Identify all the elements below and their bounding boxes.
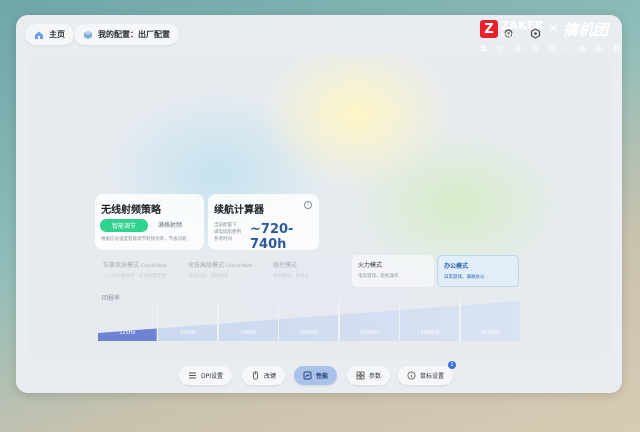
- performance-icon: [303, 371, 312, 380]
- mode-sub: 电竞游戏，轻松操作: [358, 274, 399, 279]
- report-rate-option[interactable]: 2000Hz: [340, 325, 399, 341]
- config-selector[interactable]: 我的配置：出厂配置: [74, 24, 179, 45]
- nav-label: 改键: [264, 373, 277, 380]
- report-rate-option[interactable]: 500Hz: [219, 325, 278, 341]
- report-rate-option[interactable]: 250Hz: [159, 325, 218, 341]
- mode-fire[interactable]: 火力模式 电竞游戏，轻松操作: [352, 255, 434, 287]
- nav-label: DPI设置: [201, 373, 224, 380]
- nav-label: 性能: [316, 373, 329, 380]
- info-icon: [407, 371, 416, 380]
- mode-title: 稳控模式: [273, 262, 298, 269]
- brand-separator: ×: [548, 21, 559, 36]
- wireless-card-title: 无线射频策略: [101, 205, 161, 216]
- battery-value: ~720-740h: [250, 222, 294, 252]
- brand-right-name: 搞机团: [563, 21, 609, 39]
- report-rate-option[interactable]: 1000Hz: [280, 325, 339, 341]
- brand-slogan: 每 次 关 注 感 · 搞 机 有 新 意: [480, 45, 622, 53]
- report-rate-option[interactable]: 4000Hz: [401, 325, 460, 341]
- brand-left-sub: 新闻: [501, 33, 514, 40]
- mode-title: 办公模式: [444, 263, 469, 270]
- battery-label-line1: 当前配置下: [214, 223, 237, 228]
- mode-critical[interactable]: 狂暴竞技模式 Critical Mode 一二天打着想玩 · 延迟低稳定性: [97, 255, 179, 287]
- mode-sub: 长时游戏，更持久: [273, 274, 309, 279]
- nav-dpi-settings[interactable]: DPI设置: [179, 366, 233, 385]
- zaker-logo-icon: Z: [480, 20, 498, 38]
- battery-card-title: 续航计算器: [214, 205, 264, 216]
- mode-title: 竞技高级模式 Critical Mode: [188, 262, 253, 269]
- wireless-strategy-card: 无线射频策略 智能调节 满格射频 根据信号强度智能调节射频功率，节省功耗: [95, 194, 204, 250]
- battery-label: 当前配置下 满电续航使用 参考时间: [214, 222, 241, 243]
- app-window: 主页 我的配置：出厂配置 Z ZAKER 新闻 × 搞机团 每 次 关 注 感 …: [16, 15, 622, 393]
- nav-performance[interactable]: 性能: [294, 366, 338, 385]
- mode-sub: 一二天打着想玩 · 延迟低稳定性: [103, 274, 166, 279]
- nav-label: 鼠标设置: [420, 373, 445, 380]
- mode-office[interactable]: 办公模式 日常游戏，兼顾办公: [437, 255, 519, 287]
- bottom-navigation: DPI设置 改键 性能 参数 鼠标设置 2: [16, 361, 622, 388]
- nav-label: 参数: [369, 373, 382, 380]
- home-label: 主页: [49, 30, 65, 39]
- smart-adjust-option[interactable]: 智能调节: [100, 219, 148, 232]
- cube-icon: [83, 30, 93, 40]
- grid-icon: [356, 371, 365, 380]
- mode-stable[interactable]: 稳控模式 长时游戏，更持久: [267, 255, 349, 287]
- nav-mouse-settings[interactable]: 鼠标设置 2: [398, 361, 457, 385]
- report-rate-option[interactable]: 8000Hz: [461, 325, 520, 341]
- list-icon: [188, 371, 197, 380]
- mode-advanced[interactable]: 竞技高级模式 Critical Mode 电竞对战，流畅操作: [182, 255, 264, 287]
- home-icon: [34, 30, 44, 40]
- mode-title: 狂暴竞技模式 Critical Mode: [103, 262, 168, 269]
- brand-watermark: Z ZAKER 新闻 × 搞机团 每 次 关 注 感 · 搞 机 有 新 意: [480, 18, 622, 58]
- performance-panel: 无线射频策略 智能调节 满格射频 根据信号强度智能调节射频功率，节省功耗 续航计…: [27, 54, 611, 358]
- battery-label-line3: 参考时间: [214, 237, 232, 242]
- nav-parameters[interactable]: 参数: [347, 366, 391, 385]
- notification-badge: 2: [448, 361, 457, 369]
- info-icon[interactable]: i: [304, 201, 312, 209]
- mode-sub: 日常游戏，兼顾办公: [444, 275, 485, 280]
- battery-label-line2: 满电续航使用: [214, 230, 241, 235]
- mouse-icon: [251, 371, 260, 380]
- config-label: 我的配置：出厂配置: [98, 30, 170, 39]
- report-rate-slider[interactable]: 125Hz 250Hz 500Hz 1000Hz 2000Hz 4000Hz 8000Hz: [98, 301, 520, 341]
- mode-sub: 电竞对战，流畅操作: [188, 274, 229, 279]
- battery-calculator-card: 续航计算器 i 当前配置下 满电续航使用 参考时间 ~720-740h: [208, 194, 319, 252]
- report-rate-option[interactable]: 125Hz: [98, 325, 157, 341]
- mode-title: 火力模式: [358, 262, 383, 269]
- nav-key-mapping[interactable]: 改键: [242, 366, 286, 385]
- wireless-description: 根据信号强度智能调节射频功率，节省功耗: [101, 237, 187, 242]
- home-button[interactable]: 主页: [25, 24, 74, 45]
- full-power-option[interactable]: 满格射频: [158, 219, 182, 232]
- mode-selector: 狂暴竞技模式 Critical Mode 一二天打着想玩 · 延迟低稳定性 竞技…: [97, 255, 519, 287]
